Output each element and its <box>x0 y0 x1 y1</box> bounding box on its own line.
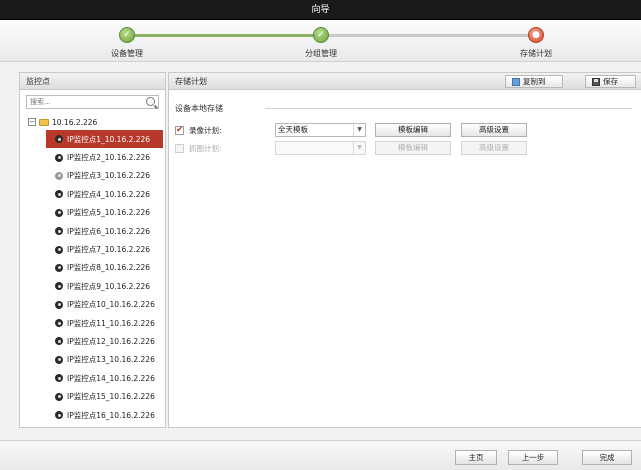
step-current-icon: ● <box>528 27 544 43</box>
camera-list-item[interactable]: IP监控点9_10.16.2.226 <box>20 277 165 295</box>
wizard-progress-done <box>127 34 317 37</box>
copy-to-label: 复制到 <box>523 77 546 86</box>
storage-plan-header: 存储计划 复制到 保存 <box>169 73 641 90</box>
camera-list-item[interactable]: IP监控点6_10.16.2.226 <box>20 222 165 240</box>
storage-plan-panel: 存储计划 复制到 保存 设备本地存储 录像计划: 全天模板 ▼ 模板编辑 高级设… <box>168 72 641 428</box>
camera-label: IP监控点14_10.16.2.226 <box>67 373 155 383</box>
camera-list-item[interactable]: IP监控点10_10.16.2.226 <box>20 296 165 314</box>
capture-plan-checkbox[interactable] <box>175 143 184 153</box>
record-template-value: 全天模板 <box>278 125 308 134</box>
storage-plan-title: 存储计划 <box>175 77 207 86</box>
camera-icon <box>55 300 63 309</box>
save-label: 保存 <box>603 77 618 86</box>
camera-list: IP监控点1_10.16.2.226 IP监控点2_10.16.2.226 IP监控… <box>20 130 165 424</box>
camera-list-item[interactable]: IP监控点4_10.16.2.226 <box>20 185 165 203</box>
camera-icon <box>55 411 63 420</box>
section-divider <box>265 108 632 109</box>
camera-icon <box>55 171 63 180</box>
home-button[interactable]: 主页 <box>455 450 497 465</box>
camera-list-item[interactable]: IP监控点7_10.16.2.226 <box>20 240 165 258</box>
record-template-edit-button[interactable]: 模板编辑 <box>375 123 451 137</box>
camera-icon <box>55 190 63 199</box>
camera-list-item[interactable]: IP监控点13_10.16.2.226 <box>20 351 165 369</box>
step-label-device-management: 设备管理 <box>111 49 143 58</box>
capture-advanced-settings-button[interactable]: 高级设置 <box>461 141 527 155</box>
chevron-down-icon[interactable]: ▼ <box>353 142 365 154</box>
camera-icon <box>55 319 63 328</box>
camera-label: IP监控点11_10.16.2.226 <box>67 318 155 328</box>
camera-label: IP监控点13_10.16.2.226 <box>67 355 155 365</box>
camera-label: IP监控点15_10.16.2.226 <box>67 392 155 402</box>
camera-icon <box>55 392 63 401</box>
chevron-down-icon[interactable]: ▼ <box>353 124 365 136</box>
copy-to-button[interactable]: 复制到 <box>505 75 563 88</box>
collapse-icon[interactable]: − <box>28 118 36 126</box>
camera-list-item[interactable]: IP监控点15_10.16.2.226 <box>20 387 165 405</box>
wizard-steps: ✓ 设备管理 ✓ 分组管理 ● 存储计划 <box>0 20 641 62</box>
camera-label: IP监控点1_10.16.2.226 <box>67 134 151 144</box>
record-template-select[interactable]: 全天模板 ▼ <box>275 123 366 137</box>
camera-list-item[interactable]: IP监控点5_10.16.2.226 <box>20 204 165 222</box>
window-title: 向导 <box>0 0 641 20</box>
camera-panel: 监控点 − 10.16.2.226 IP监控点1_10.16.2.226IP监控… <box>19 72 166 428</box>
camera-list-item[interactable]: IP监控点14_10.16.2.226 <box>20 369 165 387</box>
record-plan-checkbox[interactable] <box>175 125 184 135</box>
camera-list-item[interactable]: IP监控点2_10.16.2.226 <box>20 148 165 166</box>
camera-label: IP监控点2_10.16.2.226 <box>67 153 151 163</box>
camera-icon <box>55 263 63 272</box>
previous-step-button[interactable]: 上一步 <box>508 450 558 465</box>
camera-label: IP监控点4_10.16.2.226 <box>67 189 151 199</box>
record-plan-row: 录像计划: 全天模板 ▼ 模板编辑 高级设置 <box>175 123 527 137</box>
camera-label: IP监控点8_10.16.2.226 <box>67 263 151 273</box>
tree-root-label: 10.16.2.226 <box>52 117 98 127</box>
step-label-storage-plan: 存储计划 <box>520 49 552 58</box>
camera-list-item[interactable]: IP监控点3_10.16.2.226 <box>20 167 165 185</box>
camera-label: IP监控点5_10.16.2.226 <box>67 208 151 218</box>
camera-list-item[interactable]: IP监控点11_10.16.2.226 <box>20 314 165 332</box>
camera-tree: − 10.16.2.226 IP监控点1_10.16.2.226 IP监控点2_1… <box>20 114 165 424</box>
search-icon[interactable] <box>146 97 155 106</box>
camera-list-item[interactable]: IP监控点8_10.16.2.226 <box>20 259 165 277</box>
camera-label: IP监控点6_10.16.2.226 <box>67 226 151 236</box>
camera-label: IP监控点9_10.16.2.226 <box>67 281 151 291</box>
search-box[interactable] <box>26 95 159 109</box>
camera-label: IP监控点7_10.16.2.226 <box>67 245 151 255</box>
camera-label: IP监控点16_10.16.2.226 <box>67 410 155 420</box>
capture-plan-label: 抓图计划: <box>189 143 222 153</box>
search-input[interactable] <box>27 96 137 108</box>
camera-icon <box>55 337 63 346</box>
record-plan-label: 录像计划: <box>189 125 222 135</box>
copy-icon <box>512 77 520 86</box>
save-button[interactable]: 保存 <box>585 75 636 88</box>
camera-label: IP监控点3_10.16.2.226 <box>67 171 151 181</box>
camera-icon <box>55 355 63 364</box>
camera-icon <box>55 208 63 217</box>
capture-template-select[interactable]: ▼ <box>275 141 366 155</box>
camera-icon <box>55 227 63 236</box>
step-label-group-management: 分组管理 <box>305 49 337 58</box>
camera-list-item[interactable]: IP监控点12_10.16.2.226 <box>20 332 165 350</box>
camera-icon <box>55 245 63 254</box>
capture-plan-row: 抓图计划: ▼ 模板编辑 高级设置 <box>175 141 527 155</box>
camera-icon <box>55 282 63 291</box>
footer-bar: 主页 上一步 完成 <box>0 440 641 470</box>
camera-label: IP监控点12_10.16.2.226 <box>67 336 155 346</box>
step-done-check-icon: ✓ <box>313 27 329 43</box>
camera-icon <box>55 374 63 383</box>
section-title-local-storage: 设备本地存储 <box>175 104 223 113</box>
capture-template-edit-button[interactable]: 模板编辑 <box>375 141 451 155</box>
camera-list-item[interactable]: IP监控点16_10.16.2.226 <box>20 406 165 424</box>
folder-icon <box>39 118 49 126</box>
camera-label: IP监控点10_10.16.2.226 <box>67 300 155 310</box>
tree-root-device[interactable]: − 10.16.2.226 <box>20 114 165 130</box>
step-done-check-icon: ✓ <box>119 27 135 43</box>
save-icon <box>592 77 600 86</box>
camera-panel-title: 监控点 <box>20 73 165 90</box>
finish-button[interactable]: 完成 <box>582 450 632 465</box>
camera-list-item[interactable]: IP监控点1_10.16.2.226 <box>46 130 163 149</box>
record-advanced-settings-button[interactable]: 高级设置 <box>461 123 527 137</box>
camera-icon <box>55 135 63 144</box>
camera-icon <box>55 153 63 162</box>
wizard-progress-remaining <box>327 34 533 37</box>
